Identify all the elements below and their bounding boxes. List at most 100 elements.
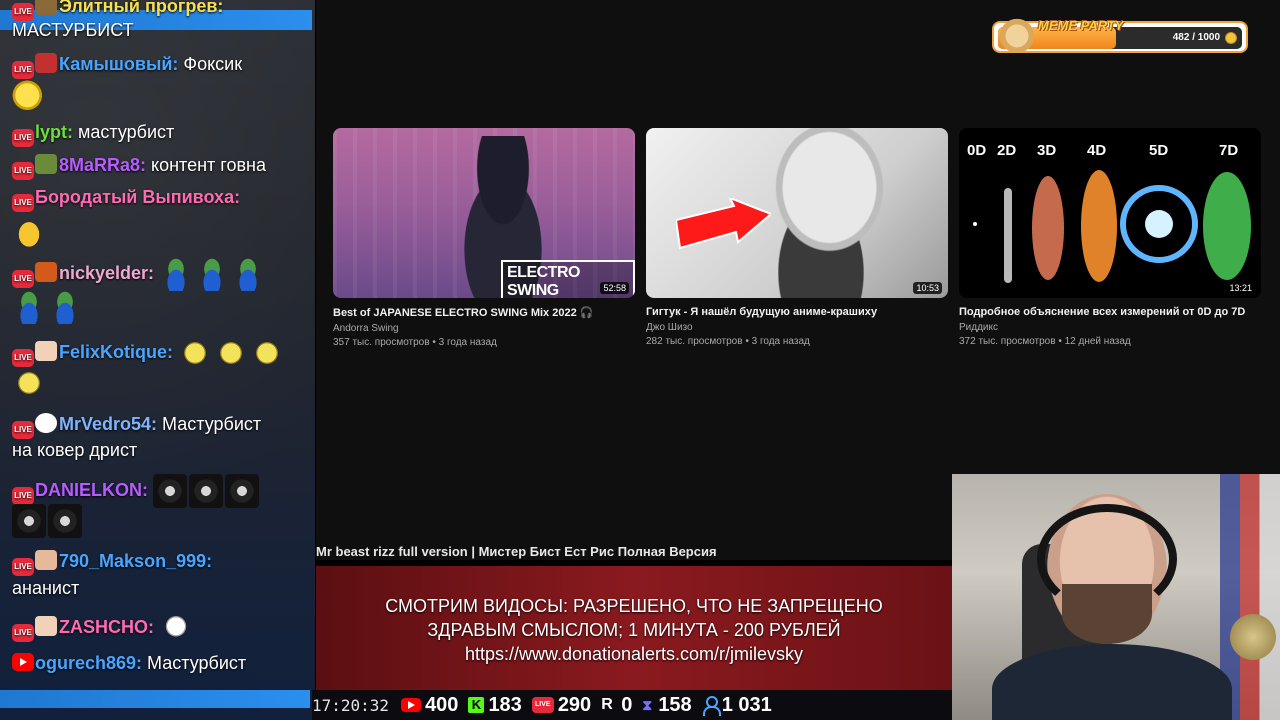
video-channel[interactable]: Andorra Swing xyxy=(333,323,635,334)
chat-nick: lypt: xyxy=(35,122,73,142)
dimension-label: 3D xyxy=(1037,142,1057,159)
current-video-title[interactable]: Mr beast rizz full version | Мистер Бист… xyxy=(316,544,717,559)
globe-icon xyxy=(1230,614,1276,660)
live-badge-icon: LIVE xyxy=(12,269,34,288)
meme-party-widget: MEME PARTY 482 / 1000 xyxy=(992,15,1248,53)
video-card[interactable]: 10:53 Гигтук - Я нашёл будущую аниме-кра… xyxy=(646,128,948,347)
emote-icon xyxy=(12,366,46,400)
emote-icon xyxy=(250,336,285,370)
chat-nick: 8MaRRa8: xyxy=(59,155,147,175)
video-duration: 52:58 xyxy=(600,282,629,294)
dimension-label: 4D xyxy=(1087,142,1107,159)
trovo-viewers: ⧗ 158 xyxy=(642,693,692,716)
chat-nick: 790_Makson_999: xyxy=(59,551,213,571)
video-card[interactable]: ELECTRO SWING 52:58 Best of JAPANESE ELE… xyxy=(333,128,635,348)
chat-message: LIVE DANIELKON: xyxy=(12,474,308,508)
dimension-label: 7D xyxy=(1219,142,1239,159)
emote-icon xyxy=(12,80,46,114)
chat-emotes xyxy=(12,504,308,538)
chat-message: LIVE 8MaRRa8: контент говна xyxy=(12,152,308,180)
meme-party-title: MEME PARTY xyxy=(1038,18,1124,33)
avatar xyxy=(35,261,57,282)
chat-nick: nickyelder: xyxy=(59,262,155,283)
webcam-feed xyxy=(952,474,1280,720)
avatar xyxy=(35,340,57,361)
live-badge-icon: LIVE xyxy=(12,623,34,642)
chat-nick: ZASHCHO: xyxy=(59,616,154,637)
live-badge-icon: LIVE xyxy=(12,162,34,180)
live-badge-icon: LIVE xyxy=(12,194,34,212)
emote-icon xyxy=(178,336,213,370)
avatar xyxy=(35,53,57,73)
emote-icon xyxy=(159,611,194,645)
chat-text: Мастурбист xyxy=(157,414,262,434)
avatar xyxy=(35,615,57,636)
video-title[interactable]: Подробное объяснение всех измерений от 0… xyxy=(959,306,1261,318)
emote-icon xyxy=(195,257,230,291)
emote-icon xyxy=(189,474,224,508)
chat-text: ананист xyxy=(12,578,80,598)
donation-banner: СМОТРИМ ВИДОСЫ: РАЗРЕШЕНО, ЧТО НЕ ЗАПРЕЩ… xyxy=(316,566,952,690)
chat-text: на ковер дрист xyxy=(12,440,138,460)
dimension-label: 0D xyxy=(967,142,987,159)
chat-nick: Бородатый Выпивоха: xyxy=(35,187,241,207)
avatar xyxy=(35,550,57,570)
kick-viewers: K 183 xyxy=(468,694,522,717)
live-badge-icon: LIVE xyxy=(12,348,34,367)
hourglass-icon: ⧗ xyxy=(642,697,653,713)
chat-nick: FelixKotique: xyxy=(59,341,174,362)
emote-icon xyxy=(214,336,249,370)
doge-icon xyxy=(998,15,1036,53)
video-duration: 10:53 xyxy=(913,282,942,294)
chat-nick: MrVedro54: xyxy=(59,414,158,434)
chat-message: LIVE Камышовый: Фоксик xyxy=(12,51,308,79)
live-badge-icon: LIVE xyxy=(531,697,554,713)
emote-icon xyxy=(12,214,46,248)
dimension-label: 2D xyxy=(997,142,1017,159)
dimension-label: 5D xyxy=(1149,142,1169,159)
chat-message: LIVE ZASHCHO: xyxy=(12,611,308,645)
chat-nick: Камышовый: xyxy=(59,54,179,74)
live-badge-icon: LIVE xyxy=(12,486,34,505)
avatar xyxy=(35,0,57,15)
video-title[interactable]: Гигтук - Я нашёл будущую аниме-крашиху xyxy=(646,306,948,318)
rutube-viewers: R0 xyxy=(601,693,633,716)
emote-icon xyxy=(159,257,194,291)
video-thumbnail[interactable]: 10:53 xyxy=(646,128,948,298)
chat-text: мастурбист xyxy=(73,122,175,142)
video-thumbnail[interactable]: 0D 2D 3D 4D 5D 7D 13:21 xyxy=(959,128,1261,298)
chat-message: ogurech869: Мастурбист xyxy=(12,650,308,676)
live-badge-icon: LIVE xyxy=(12,61,34,79)
chat-message: LIVE nickyelder: xyxy=(12,257,308,291)
video-channel[interactable]: Риддикс xyxy=(959,322,1261,333)
kick-icon: K xyxy=(468,697,485,713)
clock: 17:20:32 xyxy=(312,695,390,715)
rutube-icon: R xyxy=(601,696,613,713)
video-meta: 372 тыс. просмотров • 12 дней назад xyxy=(959,336,1131,347)
dimension-figures xyxy=(973,170,1251,283)
emote-icon xyxy=(153,474,188,508)
youtube-icon xyxy=(12,653,34,671)
video-duration: 13:21 xyxy=(1226,282,1255,294)
emote-icon xyxy=(12,504,46,538)
video-thumbnail[interactable]: ELECTRO SWING 52:58 xyxy=(333,128,635,298)
red-arrow-icon xyxy=(676,198,771,250)
video-title[interactable]: Best of JAPANESE ELECTRO SWING Mix 2022 … xyxy=(333,306,635,319)
meme-party-count: 482 / 1000 xyxy=(1172,32,1220,43)
chat-message: LIVE Бородатый Выпивоха: xyxy=(12,184,308,212)
chat-nick: Элитный прогрев: xyxy=(59,0,224,16)
vk-live-viewers: LIVE 290 xyxy=(531,694,591,717)
chat-message: LIVE 790_Makson_999: xyxy=(12,548,308,576)
chat-message: LIVE FelixKotique: xyxy=(12,336,308,370)
chat-nick: DANIELKON: xyxy=(35,479,148,500)
youtube-viewers: 400 xyxy=(401,694,458,717)
chat-emotes xyxy=(12,366,308,400)
donation-link[interactable]: https://www.donationalerts.com/r/jmilevs… xyxy=(316,644,952,665)
chat-text: МАСТУРБИСТ xyxy=(12,20,134,40)
emote-icon xyxy=(48,290,82,324)
video-card[interactable]: 0D 2D 3D 4D 5D 7D 13:21 Подробное объясн… xyxy=(959,128,1261,347)
video-channel[interactable]: Джо Шизо xyxy=(646,322,948,333)
chat-message: на ковер дрист xyxy=(12,437,308,463)
emote-icon xyxy=(231,257,266,291)
chat-emotes xyxy=(12,80,308,114)
